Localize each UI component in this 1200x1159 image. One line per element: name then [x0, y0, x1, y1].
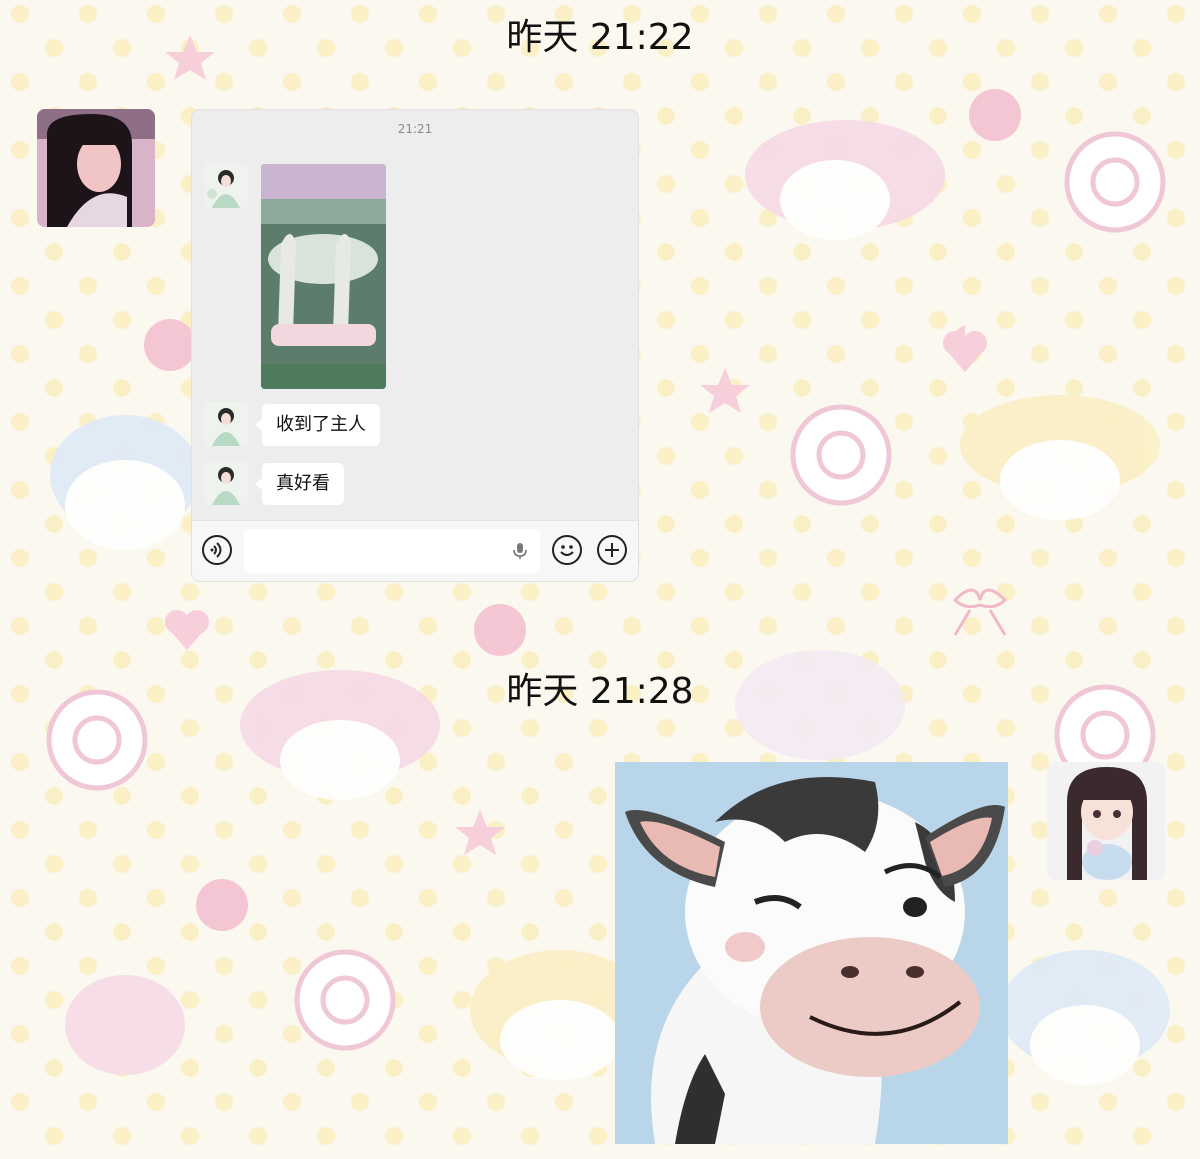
timestamp: 昨天 21:28	[506, 671, 694, 712]
voice-icon[interactable]	[202, 535, 232, 565]
photo-message[interactable]	[261, 164, 386, 389]
avatar	[204, 402, 248, 446]
photo-image	[261, 164, 386, 389]
screenshot-timestamp: 21:21	[397, 122, 433, 136]
timestamp: 昨天 21:22	[506, 17, 694, 58]
avatar[interactable]	[37, 109, 155, 227]
cow-sticker-image	[615, 762, 1008, 1144]
avatar-image	[204, 461, 248, 505]
chat-screenshot[interactable]: 21:21 收到了主人 真好看	[192, 110, 638, 581]
avatar	[204, 461, 248, 505]
avatar	[204, 164, 248, 208]
avatar-image	[37, 109, 155, 227]
message-bubble: 收到了主人	[255, 404, 380, 446]
avatar-image	[1047, 762, 1165, 880]
avatar-image	[204, 164, 248, 208]
plus-icon[interactable]	[597, 535, 627, 565]
avatar-image	[204, 402, 248, 446]
sticker-message[interactable]	[615, 762, 1008, 1144]
message-input[interactable]	[244, 529, 540, 573]
input-bar	[192, 520, 638, 581]
microphone-icon[interactable]	[510, 541, 530, 561]
avatar[interactable]	[1047, 762, 1165, 880]
message-bubble: 真好看	[255, 463, 344, 505]
emoji-icon[interactable]	[552, 535, 582, 565]
